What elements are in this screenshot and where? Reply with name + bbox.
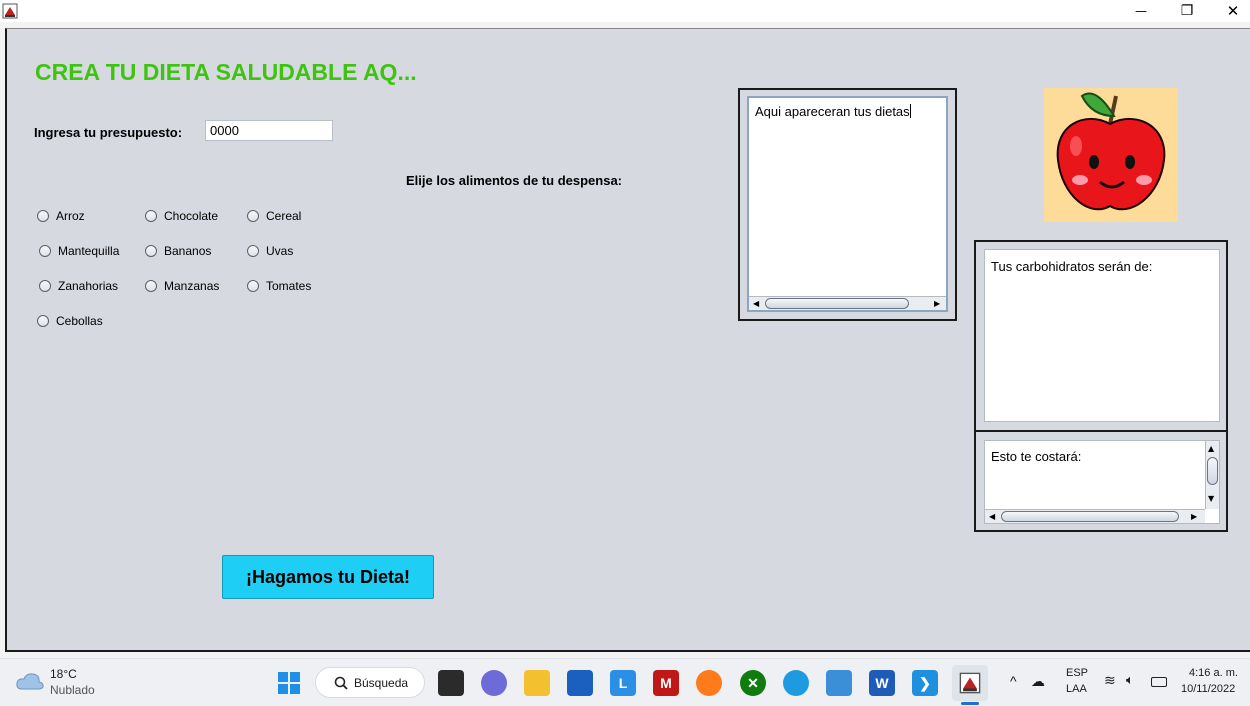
foods-label: Elije los alimentos de tu despensa: (406, 173, 623, 188)
cost-scrollpane: Esto te costará: ▲ ▼ ◀ ▶ (984, 440, 1220, 524)
lang-top[interactable]: ESP (1066, 667, 1088, 679)
diets-panel: Aqui apareceran tus dietas ◀ ▶ (738, 88, 957, 321)
scroll-right-icon[interactable]: ▶ (934, 298, 940, 310)
edge-icon[interactable] (783, 670, 809, 696)
radio-label: Cereal (266, 209, 302, 223)
vscode-icon[interactable]: ❯ (912, 670, 938, 696)
onedrive-icon[interactable]: ☁ (1031, 673, 1045, 690)
cost-textarea[interactable]: Esto te costará: (985, 441, 1205, 509)
java-app-taskbar-icon[interactable] (952, 665, 988, 701)
scroll-right-icon[interactable]: ▶ (1191, 511, 1197, 523)
l-app-icon[interactable]: L (610, 670, 636, 696)
carbs-textarea[interactable]: Tus carbohidratos serán de: (984, 249, 1220, 422)
diets-textarea[interactable]: Aqui apareceran tus dietas (749, 98, 946, 296)
store-icon[interactable] (567, 670, 593, 696)
radio-label: Cebollas (56, 314, 103, 328)
carbs-panel: Tus carbohidratos serán de: (974, 240, 1228, 432)
java-icon (959, 672, 981, 694)
radio-manzanas[interactable]: Manzanas (145, 279, 219, 293)
app-content-panel: CREA TU DIETA SALUDABLE AQ... Ingresa tu… (5, 28, 1250, 652)
radio-circle[interactable] (37, 210, 49, 222)
window-titlebar: — ❐ ✕ (0, 0, 1250, 22)
radio-chocolate[interactable]: Chocolate (145, 209, 218, 223)
apple-logo (1044, 88, 1178, 222)
scroll-down-icon[interactable]: ▼ (1208, 493, 1214, 505)
cost-vscrollbar[interactable]: ▲ ▼ (1205, 441, 1219, 509)
search-label: Búsqueda (354, 675, 409, 690)
minimize-button[interactable]: — (1118, 0, 1164, 22)
radio-label: Zanahorias (58, 279, 119, 293)
chevron-up-icon[interactable]: ^ (1010, 673, 1017, 689)
close-button[interactable]: ✕ (1210, 0, 1250, 22)
radio-circle[interactable] (247, 210, 259, 222)
lang-bottom[interactable]: LAA (1066, 683, 1087, 695)
notepad-icon[interactable] (826, 670, 852, 696)
search-icon (334, 676, 348, 690)
radio-label: Bananos (164, 244, 212, 258)
radio-tomates[interactable]: Tomates (247, 279, 311, 293)
file-explorer-icon[interactable] (524, 670, 550, 696)
java-app-icon (2, 3, 18, 19)
radio-bananos[interactable]: Bananos (145, 244, 211, 258)
budget-label: Ingresa tu presupuesto: (34, 125, 183, 140)
scroll-thumb[interactable] (1207, 457, 1218, 485)
scroll-thumb[interactable] (1001, 511, 1179, 522)
chat-icon[interactable] (481, 670, 507, 696)
clock-time[interactable]: 4:16 a. m. (1189, 667, 1238, 679)
radio-cereal[interactable]: Cereal (247, 209, 301, 223)
weather-temp: 18°C (50, 667, 77, 681)
volume-icon[interactable]: 🔈︎ (1126, 672, 1134, 688)
radio-circle[interactable] (145, 280, 157, 292)
radio-uvas[interactable]: Uvas (247, 244, 293, 258)
radio-label: Mantequilla (58, 244, 120, 258)
firefox-icon[interactable] (696, 670, 722, 696)
scroll-left-icon[interactable]: ◀ (989, 511, 995, 523)
diets-hscrollbar[interactable]: ◀ ▶ (749, 296, 946, 310)
radio-cebollas[interactable]: Cebollas (37, 314, 103, 328)
radio-circle[interactable] (247, 280, 259, 292)
xbox-icon[interactable]: ✕ (740, 670, 766, 696)
task-view-icon[interactable] (438, 670, 464, 696)
radio-circle[interactable] (145, 210, 157, 222)
scroll-thumb[interactable] (765, 298, 909, 309)
radio-arroz[interactable]: Arroz (37, 209, 85, 223)
radio-circle[interactable] (39, 245, 51, 257)
radio-zanahorias[interactable]: Zanahorias (39, 279, 118, 293)
taskbar-search[interactable]: Búsqueda (315, 667, 425, 698)
radio-circle[interactable] (39, 280, 51, 292)
wifi-icon[interactable]: ≋ (1104, 672, 1116, 689)
scroll-up-icon[interactable]: ▲ (1208, 443, 1214, 455)
radio-label: Tomates (266, 279, 312, 293)
battery-icon[interactable] (1151, 677, 1167, 687)
mcafee-icon[interactable]: M (653, 670, 679, 696)
radio-label: Arroz (56, 209, 85, 223)
budget-input[interactable] (205, 120, 333, 141)
page-title: CREA TU DIETA SALUDABLE AQ... (35, 59, 417, 85)
diets-scrollpane: Aqui apareceran tus dietas ◀ ▶ (747, 96, 948, 312)
start-icon[interactable] (277, 671, 301, 695)
make-diet-button[interactable]: ¡Hagamos tu Dieta! (222, 555, 434, 599)
word-icon[interactable]: W (869, 670, 895, 696)
cloud-icon (16, 673, 44, 690)
scroll-left-icon[interactable]: ◀ (753, 298, 759, 310)
radio-mantequilla[interactable]: Mantequilla (39, 244, 119, 258)
radio-label: Uvas (266, 244, 294, 258)
cost-panel: Esto te costará: ▲ ▼ ◀ ▶ (974, 430, 1228, 532)
cost-hscrollbar[interactable]: ◀ ▶ (985, 509, 1205, 523)
windows-taskbar: 18°C Nublado Búsqueda L M ✕ W ❯ ^ ☁ ESP … (0, 658, 1250, 706)
radio-circle[interactable] (247, 245, 259, 257)
apple-mascot-icon (1056, 92, 1166, 211)
weather-desc: Nublado (50, 683, 95, 697)
radio-circle[interactable] (145, 245, 157, 257)
maximize-button[interactable]: ❐ (1164, 0, 1210, 22)
radio-label: Manzanas (164, 279, 220, 293)
radio-circle[interactable] (37, 315, 49, 327)
clock-date[interactable]: 10/11/2022 (1181, 683, 1235, 695)
radio-label: Chocolate (164, 209, 219, 223)
